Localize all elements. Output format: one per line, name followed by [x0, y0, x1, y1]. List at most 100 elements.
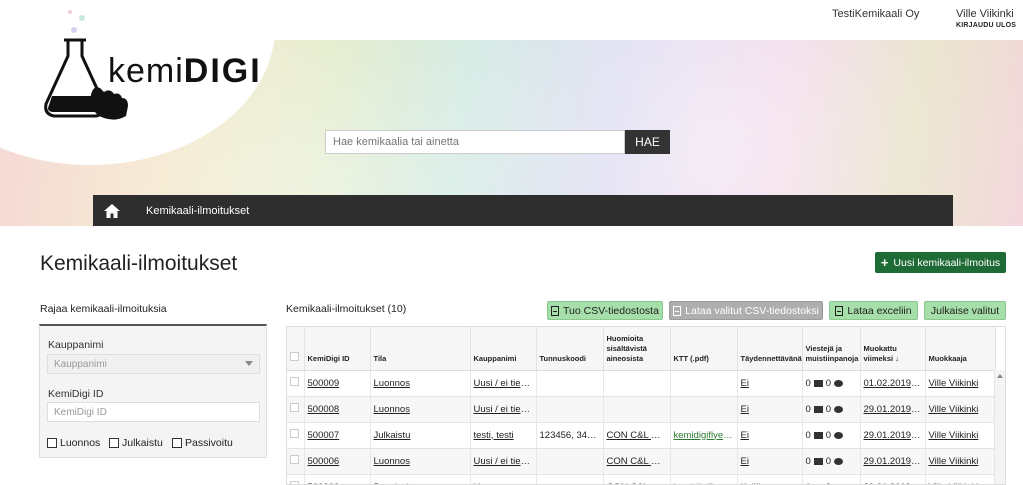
row-select-cell[interactable]: [287, 422, 305, 449]
row-select-cell[interactable]: [287, 370, 305, 397]
row-id-link[interactable]: 500009: [304, 370, 371, 397]
row-status-link[interactable]: Luonnos: [370, 396, 471, 423]
import-csv-button[interactable]: Tuo CSV-tiedostosta: [547, 301, 663, 320]
download-csv-button[interactable]: Lataa valitut CSV-tiedostoksi: [669, 301, 823, 320]
row-id-link[interactable]: 500007: [304, 422, 371, 449]
row-fill-link[interactable]: Ei: [737, 396, 803, 423]
checkbox-passive[interactable]: Passivoitu: [172, 437, 233, 449]
row-select-cell[interactable]: [287, 448, 305, 475]
row-status-link[interactable]: Luonnos: [370, 448, 471, 475]
row-modified-link[interactable]: 29.01.2019 11...: [860, 396, 926, 423]
row-messages[interactable]: 00: [802, 396, 861, 423]
header-editor[interactable]: Muokkaaja: [925, 327, 996, 371]
row-checkbox[interactable]: [290, 377, 299, 386]
checkbox-draft[interactable]: Luonnos: [47, 437, 100, 449]
row-fill-link[interactable]: Ei: [737, 448, 803, 475]
row-tradename-link[interactable]: Vety: [470, 474, 537, 484]
row-tradename-link[interactable]: Uusi / ei tiedo...: [470, 396, 537, 423]
home-icon[interactable]: [93, 195, 131, 226]
row-ktt-link[interactable]: kemidigiflyer...: [670, 422, 738, 449]
row-notes[interactable]: [603, 370, 671, 397]
row-editor-link[interactable]: Ville Viikinki: [925, 370, 996, 397]
scroll-up-icon[interactable]: [997, 374, 1003, 378]
row-messages[interactable]: 00: [802, 448, 861, 475]
row-checkbox[interactable]: [290, 429, 299, 438]
row-ktt-link[interactable]: [670, 448, 738, 475]
publish-selected-button[interactable]: Julkaise valitut: [924, 301, 1006, 320]
table-row[interactable]: 500000PassivoituVety CON C&L Har...kemidi…: [287, 474, 996, 485]
row-checkbox[interactable]: [290, 403, 299, 412]
row-ktt-link[interactable]: kemidigiflyer...: [670, 474, 738, 484]
new-notification-button[interactable]: + Uusi kemikaali-ilmoitus: [875, 252, 1006, 273]
row-notes[interactable]: [603, 396, 671, 423]
table-row[interactable]: 500007 Julkaistu testi, testi 123456, 34567…: [287, 422, 996, 449]
row-fill-link[interactable]: Ei: [737, 370, 803, 397]
user-name[interactable]: Ville Viikinki: [956, 8, 1014, 20]
header-id[interactable]: KemiDigi ID: [304, 327, 371, 371]
comment-icon: [834, 431, 844, 439]
header-modified[interactable]: Muokattu viimeksi ↓: [860, 327, 926, 371]
header-messages[interactable]: Viestejä ja muistiinpanoja: [802, 327, 861, 371]
row-modified-link[interactable]: 29.01.2019 11...: [860, 448, 926, 475]
table-header-row: KemiDigi ID Tila Kauppanimi Tunnuskoodi …: [287, 327, 996, 371]
row-status-link[interactable]: Julkaistu: [370, 422, 471, 449]
search-button[interactable]: HAE: [625, 130, 670, 154]
row-ktt-link[interactable]: [670, 396, 738, 423]
header-notes[interactable]: Huomioita sisältävistä aineosista: [603, 327, 671, 371]
table-row[interactable]: 500009 Luonnos Uusi / ei tiedo... Ei 0 0 01.02…: [287, 370, 996, 397]
checkbox-box[interactable]: [172, 438, 182, 448]
header-ktt[interactable]: KTT (.pdf): [670, 327, 738, 371]
checkbox-box[interactable]: [47, 438, 57, 448]
row-status-link[interactable]: Luonnos: [370, 370, 471, 397]
table-row[interactable]: 500006 Luonnos Uusi / ei tiedo... CON C&L H…: [287, 448, 996, 475]
row-ktt-link[interactable]: [670, 370, 738, 397]
checkbox-published[interactable]: Julkaistu: [109, 437, 163, 449]
row-notes[interactable]: CON C&L Har...: [603, 448, 671, 475]
row-tradename-link[interactable]: testi, testi: [470, 422, 537, 449]
row-messages[interactable]: 00: [802, 370, 861, 397]
logout-link[interactable]: KIRJAUDU ULOS: [956, 22, 1016, 29]
row-fill-link[interactable]: Kyllä: [737, 474, 803, 484]
file-icon: [551, 305, 560, 316]
table-scrollbar[interactable]: [994, 370, 1005, 484]
download-excel-button[interactable]: Lataa exceliin: [829, 301, 918, 320]
message-count: 1: [806, 482, 811, 485]
row-modified-link[interactable]: 29.01.2019 11...: [860, 422, 926, 449]
row-editor-link[interactable]: Ville Viikinki: [925, 396, 996, 423]
row-editor-link[interactable]: Ville Viikinki: [925, 474, 996, 484]
tradename-select[interactable]: Kauppanimi: [47, 354, 260, 374]
header-codes[interactable]: Tunnuskoodi: [536, 327, 604, 371]
row-fill-link[interactable]: Ei: [737, 422, 803, 449]
row-modified-link[interactable]: 29.01.2019 11...: [860, 474, 926, 484]
row-select-cell[interactable]: [287, 396, 305, 423]
select-all-header[interactable]: [287, 327, 305, 371]
row-id-link[interactable]: 500006: [304, 448, 371, 475]
row-modified-link[interactable]: 01.02.2019 08...: [860, 370, 926, 397]
row-editor-link[interactable]: Ville Viikinki: [925, 448, 996, 475]
search-input[interactable]: [325, 130, 625, 154]
row-id-link[interactable]: 500000: [304, 474, 371, 484]
header-fill[interactable]: Täydennettävänä: [737, 327, 803, 371]
row-messages[interactable]: 12: [802, 474, 861, 485]
checkbox-box[interactable]: [109, 438, 119, 448]
nav-item-chemical-notifications[interactable]: Kemikaali-ilmoitukset: [146, 205, 249, 217]
row-select-cell[interactable]: [287, 474, 305, 484]
row-notes[interactable]: CON C&L Har...: [603, 474, 671, 484]
id-input[interactable]: KemiDigi ID: [47, 402, 260, 422]
row-messages[interactable]: 00: [802, 422, 861, 449]
row-status-link[interactable]: Passivoitu: [370, 474, 471, 484]
row-editor-link[interactable]: Ville Viikinki: [925, 422, 996, 449]
header-tradename[interactable]: Kauppanimi: [470, 327, 537, 371]
company-name[interactable]: TestiKemikaali Oy: [832, 8, 919, 20]
row-notes[interactable]: CON C&L Har...: [603, 422, 671, 449]
row-id-link[interactable]: 500008: [304, 396, 371, 423]
envelope-icon: [813, 457, 823, 465]
row-checkbox[interactable]: [290, 481, 299, 484]
header-status[interactable]: Tila: [370, 327, 471, 371]
row-tradename-link[interactable]: Uusi / ei tiedo...: [470, 448, 537, 475]
filter-title: Rajaa kemikaali-ilmoituksia: [40, 303, 167, 315]
row-tradename-link[interactable]: Uusi / ei tiedo...: [470, 370, 537, 397]
select-all-checkbox[interactable]: [290, 352, 299, 362]
row-checkbox[interactable]: [290, 455, 299, 464]
table-row[interactable]: 500008 Luonnos Uusi / ei tiedo... Ei 0 0 29.01…: [287, 396, 996, 423]
